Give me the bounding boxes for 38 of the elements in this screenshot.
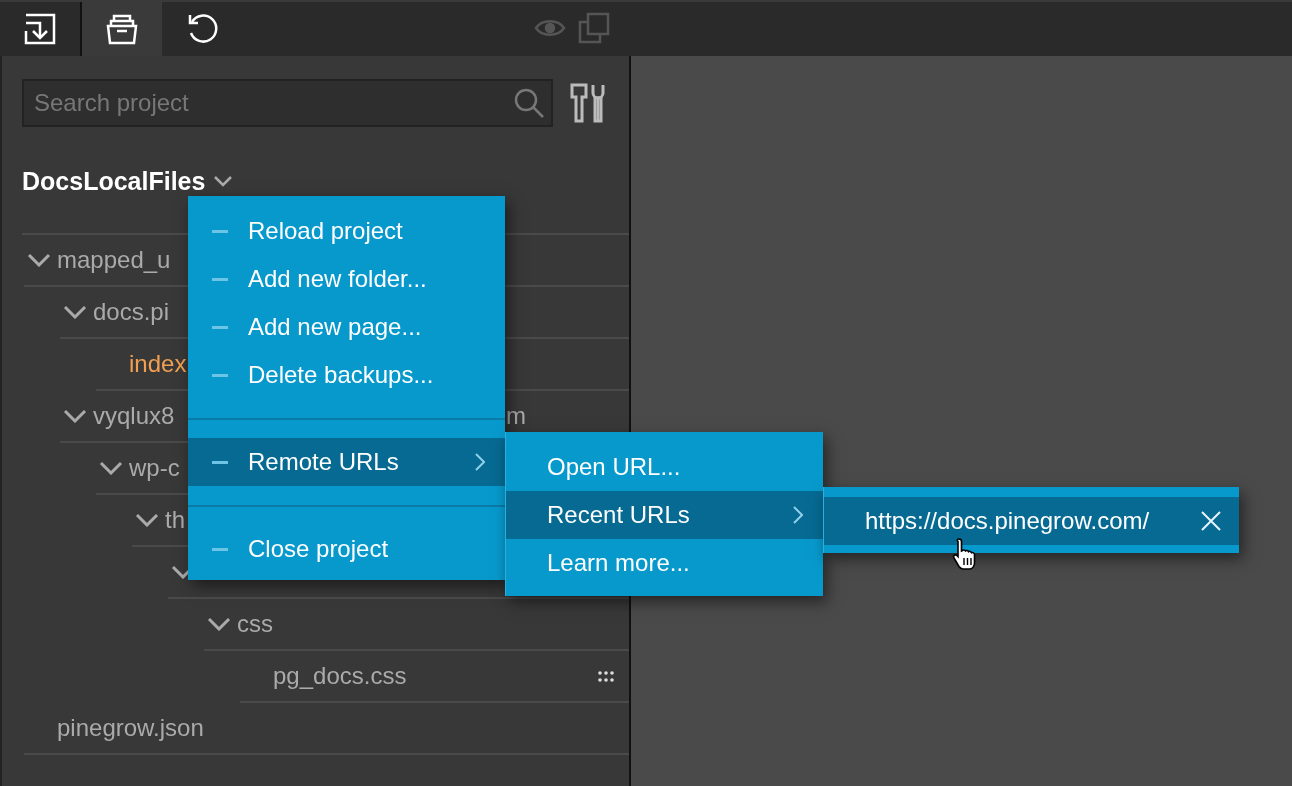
folder-name[interactable]: wp-c: [129, 454, 180, 482]
menu-item[interactable]: Remote URLs: [188, 438, 505, 486]
menu-item[interactable]: Add new page...: [188, 303, 505, 351]
chevron-right-icon: [793, 506, 803, 524]
file-name[interactable]: index: [129, 350, 187, 378]
folder-stack-icon: [106, 13, 138, 45]
menu-item[interactable]: Delete backups...: [188, 351, 505, 399]
menu-item[interactable]: Recent URLs: [506, 491, 823, 539]
menu-item[interactable]: Learn more...: [506, 539, 823, 587]
folder-name[interactable]: vyqlux8: [93, 402, 175, 430]
menu-item[interactable]: Open URL...: [506, 443, 823, 491]
hand-cursor-icon: [952, 537, 978, 571]
menu-item[interactable]: Reload project: [188, 207, 505, 255]
chevron-down-icon[interactable]: [135, 513, 159, 527]
menu-item[interactable]: https://docs.pinegrow.com/: [824, 497, 1239, 545]
chevron-right-icon: [475, 453, 485, 471]
undo-icon: [186, 13, 218, 45]
drag-handle-icon[interactable]: [598, 670, 614, 682]
chevron-down-icon[interactable]: [63, 409, 87, 423]
folder-name[interactable]: docs.pi: [93, 298, 170, 326]
folder-name[interactable]: mapped_u: [57, 246, 171, 274]
chevron-down-icon[interactable]: [63, 305, 87, 319]
chevron-down-icon[interactable]: [27, 253, 51, 267]
menu-item[interactable]: Close project: [188, 525, 505, 573]
file-name[interactable]: pg_docs.css: [273, 662, 407, 690]
menu-item[interactable]: Add new folder...: [188, 255, 505, 303]
import-icon: [24, 13, 56, 45]
project-title[interactable]: DocsLocalFiles: [22, 166, 206, 196]
search-field[interactable]: Search project: [22, 79, 553, 127]
folder-name: m: [506, 402, 526, 430]
file-name[interactable]: pinegrow.json: [57, 714, 204, 742]
chevron-down-icon[interactable]: [207, 617, 231, 631]
chevron-down-icon[interactable]: [213, 175, 234, 187]
close-icon[interactable]: [1201, 511, 1221, 531]
search-icon: [513, 87, 545, 119]
folder-name[interactable]: css: [237, 610, 273, 638]
folder-name[interactable]: th: [165, 506, 185, 534]
chevron-down-icon[interactable]: [99, 461, 123, 475]
